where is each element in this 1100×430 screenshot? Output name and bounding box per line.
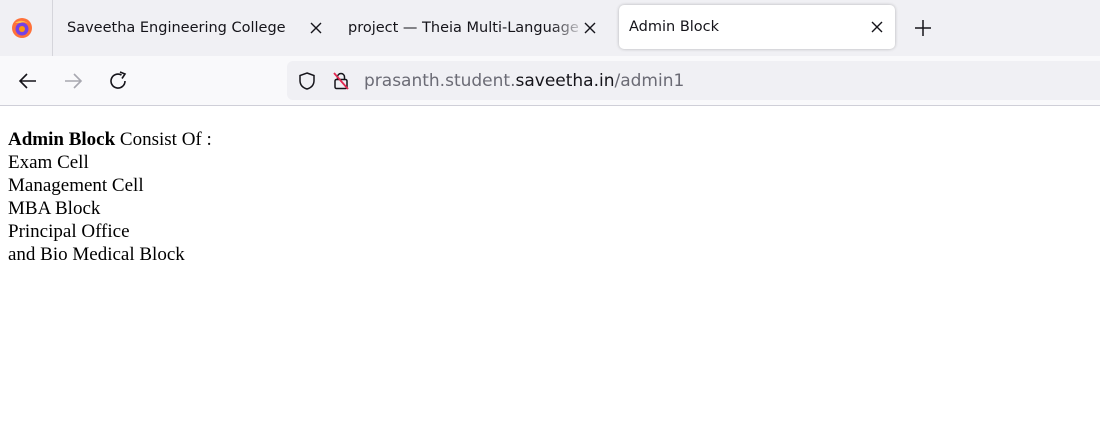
list-item: Management Cell [8, 175, 144, 196]
page-heading: Admin Block Consist Of : [8, 128, 1092, 151]
close-icon[interactable] [308, 20, 324, 36]
tab-theia-project[interactable]: project — Theia Multi-Language Explorer [334, 0, 608, 56]
reload-icon[interactable] [107, 70, 129, 92]
tab-label: project — Theia Multi-Language Explorer [348, 20, 586, 36]
tab-label: Saveetha Engineering College [67, 20, 286, 36]
url-path: /admin1 [614, 71, 685, 91]
tab-admin-block[interactable]: Admin Block [619, 5, 895, 49]
address-bar[interactable]: prasanth.student.saveetha.in/admin1 [287, 61, 1100, 100]
url-host: saveetha.in [515, 71, 615, 91]
heading-rest: Consist Of : [115, 129, 212, 150]
tab-label: Admin Block [629, 19, 720, 35]
list-item: MBA Block [8, 198, 101, 219]
firefox-logo-icon[interactable] [11, 17, 33, 39]
list-item: Exam Cell [8, 152, 89, 173]
new-tab-plus-icon[interactable] [912, 17, 934, 39]
list-item: Principal Office [8, 221, 130, 242]
close-icon[interactable] [869, 19, 885, 35]
insecure-lock-icon[interactable] [331, 71, 351, 91]
back-arrow-icon[interactable] [17, 70, 39, 92]
close-icon[interactable] [582, 20, 598, 36]
url-text[interactable]: prasanth.student.saveetha.in/admin1 [364, 71, 684, 91]
page-content: Admin Block Consist Of : Exam Cell Manag… [0, 106, 1100, 266]
forward-arrow-icon[interactable] [62, 70, 84, 92]
list-item: and Bio Medical Block [8, 244, 185, 265]
tab-strip: Saveetha Engineering College project — T… [0, 0, 1100, 56]
heading-bold: Admin Block [8, 129, 116, 150]
tab-saveetha[interactable]: Saveetha Engineering College [52, 0, 334, 56]
shield-icon[interactable] [297, 71, 317, 91]
url-prefix: prasanth.student. [364, 71, 516, 91]
navigation-toolbar: prasanth.student.saveetha.in/admin1 [0, 56, 1100, 106]
